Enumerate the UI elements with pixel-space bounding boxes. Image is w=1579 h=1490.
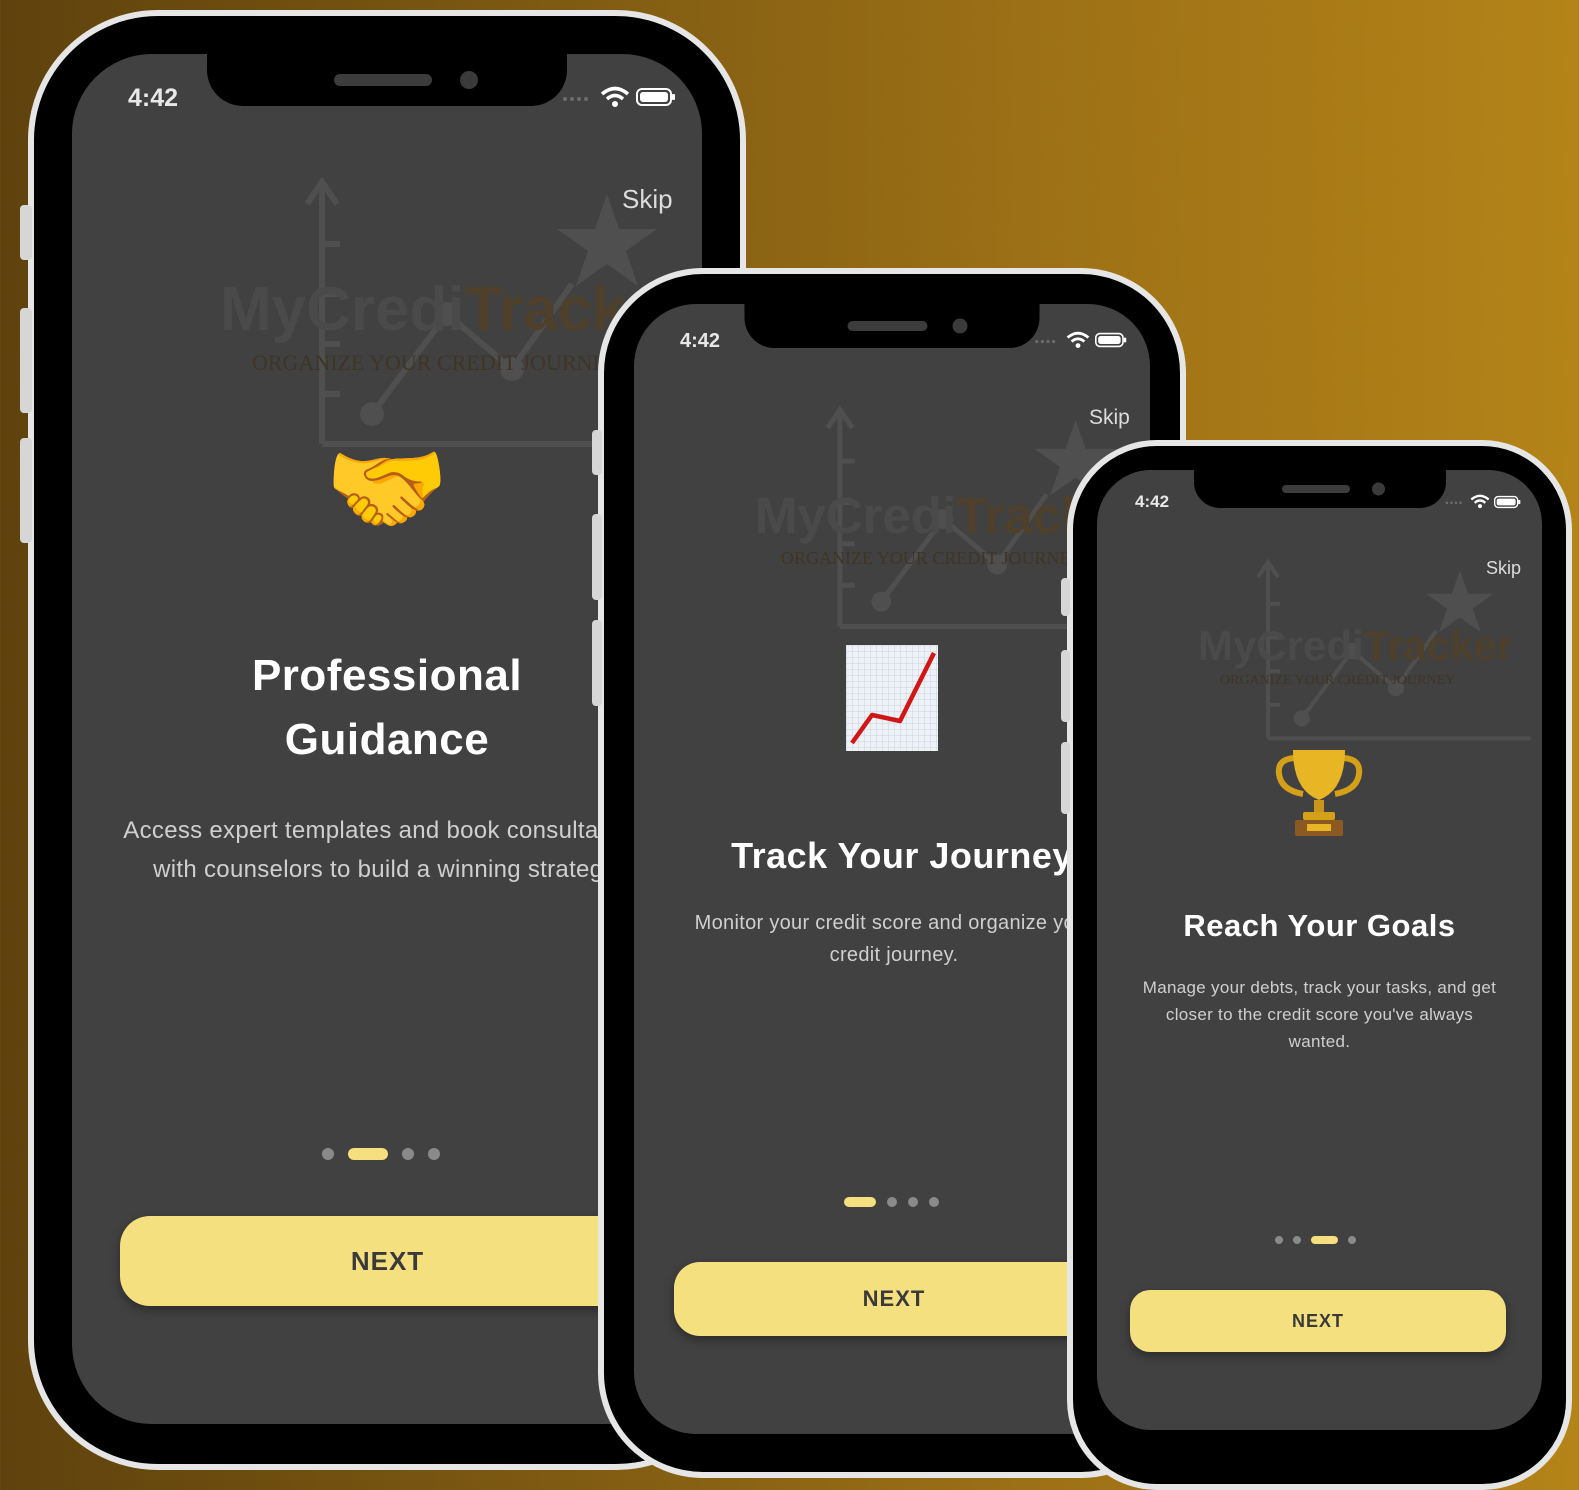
page-dot-2 (887, 1197, 897, 1207)
next-button[interactable]: NEXT (1130, 1290, 1506, 1352)
page-dot-4 (929, 1197, 939, 1207)
onboarding-description: Monitor your credit score and organize y… (694, 912, 1094, 966)
watermark-brand-part-a: MyCredi (1198, 622, 1364, 669)
page-dot-3 (908, 1197, 918, 1207)
page-dot-4 (1348, 1236, 1356, 1244)
phone-3-screen: 4:42 Skip MyCrediTracker ORGANIZE YOUR C… (1097, 470, 1542, 1430)
watermark-brand-part-a: MyCredi (220, 275, 465, 344)
onboarding-description: Access expert templates and book consult… (123, 817, 651, 883)
watermark-logo: MyCrediTracker ORGANIZE YOUR CREDIT JOUR… (1194, 546, 1542, 756)
status-icons (1445, 494, 1521, 509)
wifi-icon (600, 86, 630, 107)
onboarding-title: Reach Your Goals (1183, 908, 1456, 943)
notch (207, 54, 567, 106)
page-indicator (1275, 1236, 1356, 1244)
speaker (1281, 485, 1350, 493)
status-icons (562, 86, 676, 108)
onboarding-title: Professional Guidance (251, 651, 523, 764)
watermark-tagline: ORGANIZE YOUR CREDIT JOURNEY (781, 548, 1084, 568)
speaker (334, 74, 432, 86)
chart-increasing-graphic (846, 645, 938, 751)
wifi-icon (1470, 494, 1490, 509)
signal-icon (563, 97, 588, 101)
phone-2-volume-down (592, 620, 602, 706)
page-dot-2 (1293, 1236, 1301, 1244)
phone-2-silent-switch (592, 430, 602, 475)
page-dot-1 (322, 1148, 334, 1160)
chart-increasing-icon (844, 644, 940, 752)
phone-3-volume-up (1061, 650, 1070, 722)
phone-2-volume-up (592, 514, 602, 600)
camera (1371, 482, 1385, 496)
page-dot-4 (428, 1148, 440, 1160)
page-dot-1-active (844, 1197, 876, 1207)
trophy-icon (1269, 742, 1369, 842)
wifi-icon (1066, 331, 1090, 348)
page-dot-3-active (1311, 1236, 1338, 1244)
page-indicator (322, 1148, 440, 1160)
signal-icon (1445, 501, 1462, 505)
camera (460, 71, 478, 89)
page-dot-2-active (348, 1148, 388, 1160)
phone-3-volume-down (1061, 742, 1070, 814)
phone-1-volume-up (20, 308, 32, 413)
battery-icon (636, 88, 675, 106)
status-time: 4:42 (680, 330, 721, 352)
next-button[interactable]: NEXT (120, 1216, 655, 1306)
phone-3: 4:42 Skip MyCrediTracker ORGANIZE YOUR C… (1067, 440, 1572, 1490)
speaker (847, 321, 928, 331)
page-dot-3 (402, 1148, 414, 1160)
handshake-icon: 🤝 (324, 432, 450, 545)
camera (952, 318, 968, 334)
page-dot-1 (1275, 1236, 1283, 1244)
status-time: 4:42 (1135, 492, 1170, 511)
notch (744, 304, 1040, 348)
watermark-tagline: ORGANIZE YOUR CREDIT JOURNEY (1220, 673, 1456, 688)
notch (1193, 470, 1446, 508)
next-button[interactable]: NEXT (674, 1262, 1114, 1336)
onboarding-description: Manage your debts, track your tasks, and… (1142, 978, 1497, 1051)
watermark-brand-part-b: Tracker (1363, 622, 1514, 669)
battery-icon (1494, 495, 1521, 508)
watermark-brand-part-a: MyCredi (755, 487, 957, 544)
phone-1-silent-switch (20, 205, 32, 260)
signal-icon (1035, 340, 1056, 344)
phone-3-silent-switch (1061, 578, 1070, 616)
phone-1-volume-down (20, 438, 32, 543)
status-time: 4:42 (128, 84, 179, 112)
status-icons (1034, 331, 1127, 349)
watermark-brand: MyCrediTracker (1198, 622, 1513, 670)
page-indicator (844, 1197, 939, 1207)
watermark-tagline: ORGANIZE YOUR CREDIT JOURNEY (252, 350, 622, 375)
trophy-graphic (1275, 750, 1363, 836)
battery-icon (1095, 332, 1127, 348)
onboarding-title: Track Your Journey (731, 835, 1073, 876)
